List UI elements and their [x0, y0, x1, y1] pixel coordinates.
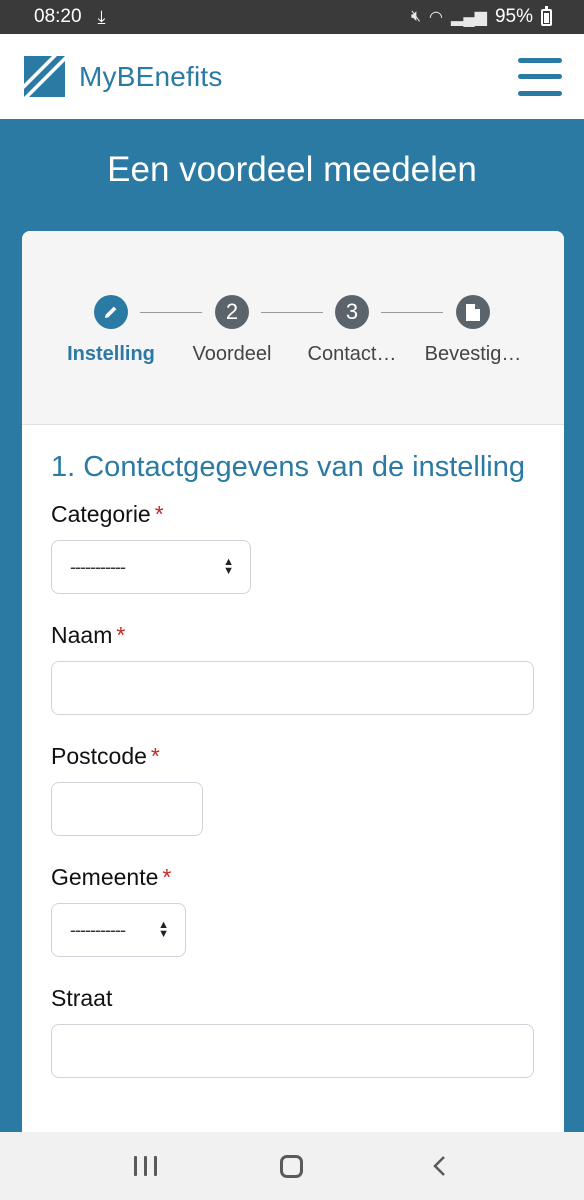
system-nav-bar	[0, 1132, 584, 1200]
naam-input[interactable]	[51, 661, 534, 715]
field-label: Straat	[51, 985, 113, 1011]
field-label: Categorie *	[51, 501, 164, 527]
recents-button[interactable]	[115, 1146, 175, 1186]
step-number: 2	[215, 295, 249, 329]
sort-arrows-icon: ▲ ▼	[158, 919, 169, 940]
field-label: Naam *	[51, 622, 126, 648]
step-label: Instelling	[67, 343, 155, 365]
stepper: Instelling 2 Voordeel 3 Contact… Bevesti…	[22, 231, 564, 425]
recents-icon	[133, 1156, 157, 1176]
home-icon	[280, 1154, 304, 1178]
logo-icon	[24, 56, 65, 97]
status-bar: 08:20 ⤓ 🔇︎ ◠ ▂▄▆ 95%	[0, 0, 584, 34]
mute-icon: 🔇︎	[410, 8, 422, 25]
back-button[interactable]	[409, 1146, 469, 1186]
step-instelling[interactable]: Instelling	[46, 295, 176, 366]
categorie-select[interactable]: ----------- ▲ ▼	[51, 540, 251, 594]
step-label: Bevestig…	[424, 343, 522, 365]
sort-arrows-icon: ▲ ▼	[223, 556, 234, 577]
field-label: Postcode *	[51, 743, 160, 769]
download-icon: ⤓	[97, 6, 106, 27]
step-number: 3	[335, 295, 369, 329]
field-naam: Naam *	[51, 622, 535, 715]
battery-percent: 95%	[494, 6, 533, 27]
step-voordeel[interactable]: 2 Voordeel	[167, 295, 297, 366]
home-button[interactable]	[262, 1146, 322, 1186]
field-label: Gemeente *	[51, 864, 172, 890]
app-header: MyBEnefits	[0, 34, 584, 119]
signal-icon: ▂▄▆	[451, 9, 487, 26]
page-title: Een voordeel meedelen	[107, 150, 477, 189]
battery-icon	[541, 5, 552, 26]
status-time: 08:20	[34, 6, 82, 27]
required-mark: *	[116, 622, 126, 648]
contact-form: 1. Contactgegevens van de instelling Cat…	[22, 425, 564, 1078]
status-icons: 🔇︎ ◠ ▂▄▆ 95%	[410, 5, 552, 28]
field-gemeente: Gemeente * ----------- ▲ ▼	[51, 864, 535, 957]
form-card: Instelling 2 Voordeel 3 Contact… Bevesti…	[22, 231, 564, 1141]
field-postcode: Postcode *	[51, 743, 535, 836]
step-bevestiging[interactable]: Bevestig…	[408, 295, 538, 366]
required-mark: *	[154, 501, 164, 527]
logo-text[interactable]: MyBEnefits	[79, 61, 223, 93]
wifi-icon: ◠	[429, 9, 444, 26]
step-contact[interactable]: 3 Contact…	[287, 295, 417, 366]
document-icon	[456, 295, 490, 329]
straat-input[interactable]	[51, 1024, 534, 1078]
required-mark: *	[162, 864, 172, 890]
section-title: 1. Contactgegevens van de instelling	[51, 451, 525, 483]
gemeente-select[interactable]: ----------- ▲ ▼	[51, 903, 186, 957]
postcode-input[interactable]	[51, 782, 203, 836]
step-label: Voordeel	[192, 343, 272, 365]
step-label: Contact…	[307, 343, 397, 365]
pencil-icon	[94, 295, 128, 329]
menu-icon[interactable]	[518, 57, 562, 96]
field-categorie: Categorie * ----------- ▲ ▼	[51, 501, 535, 594]
required-mark: *	[150, 743, 160, 769]
field-straat: Straat	[51, 985, 535, 1078]
back-icon	[432, 1156, 445, 1176]
